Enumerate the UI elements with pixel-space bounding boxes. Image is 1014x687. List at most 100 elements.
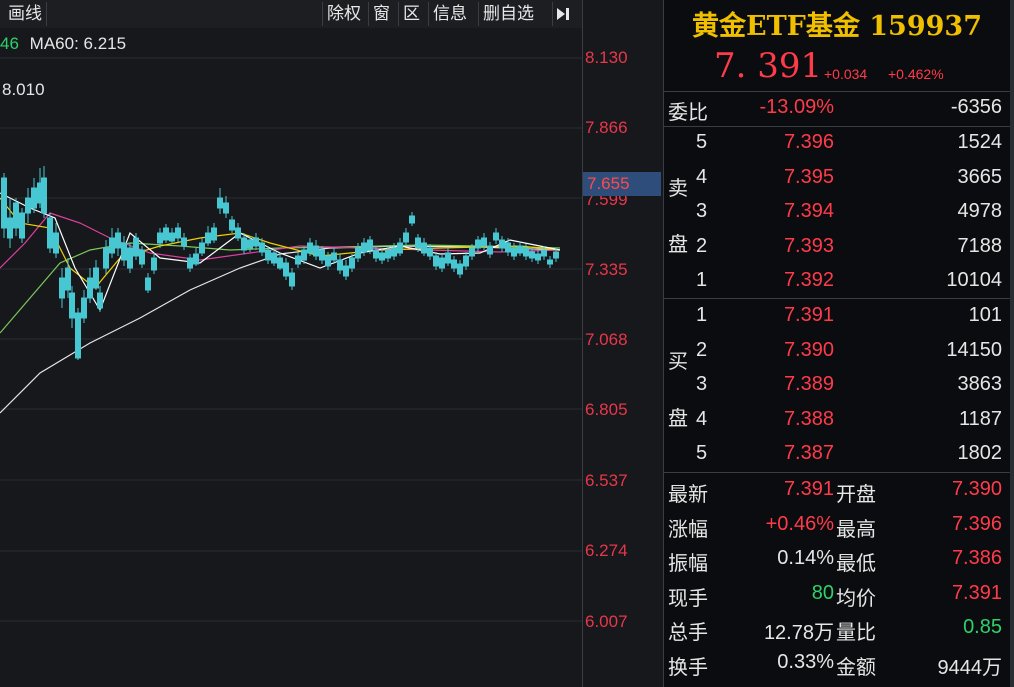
- stat-label: 金额: [836, 651, 876, 680]
- ask-volume: 7188: [958, 235, 1003, 258]
- candlestick: [290, 268, 295, 290]
- candlestick: [314, 240, 319, 260]
- stat-row: 涨幅+0.46%最高7.396: [664, 509, 1010, 543]
- ask-level: 2: [696, 235, 707, 258]
- ask-volume: 4978: [958, 200, 1003, 223]
- stat-value: 0.33%: [777, 651, 834, 674]
- candlestick: [218, 188, 223, 214]
- draw-line-button[interactable]: 画线: [4, 2, 47, 26]
- ask-row[interactable]: 27.3937188: [664, 231, 1010, 265]
- ask-row[interactable]: 57.3961524: [664, 127, 1010, 161]
- ex-rights-button[interactable]: 除权: [322, 2, 365, 26]
- candlestick: [230, 216, 235, 233]
- stat-label: 最低: [836, 547, 876, 576]
- stat-row: 换手0.33%金额9444万: [664, 647, 1010, 681]
- candlestick: [60, 268, 65, 308]
- collapse-right-icon[interactable]: [552, 2, 575, 26]
- ask-price: 7.395: [784, 166, 834, 189]
- bid-volume: 3863: [958, 373, 1003, 396]
- candlestick: [54, 223, 59, 258]
- range-button[interactable]: 区: [398, 2, 424, 26]
- bid-level: 4: [696, 408, 707, 431]
- bid-row[interactable]: 47.3881187: [664, 404, 1010, 438]
- ask-row[interactable]: 17.39210104: [664, 265, 1010, 299]
- commission-ratio: -13.09%: [760, 96, 835, 119]
- ask-price: 7.396: [784, 131, 834, 154]
- bid-price: 7.389: [784, 373, 834, 396]
- kline-chart-panel[interactable]: 画线 除权 窗 区 信息 删自选 46 MA60: 6.215 8.010 8.…: [0, 0, 663, 687]
- candlestick: [284, 258, 289, 280]
- candlestick: [458, 260, 463, 278]
- bid-price: 7.387: [784, 442, 834, 465]
- candlestick: [530, 248, 535, 262]
- bid-volume: 1187: [959, 408, 1002, 431]
- bid-row[interactable]: 17.391101: [664, 300, 1010, 334]
- ask-volume: 10104: [946, 269, 1002, 292]
- stat-value: +0.46%: [766, 513, 834, 536]
- price-change: +0.034: [824, 66, 867, 82]
- candlestick: [194, 248, 199, 266]
- candlestick: [212, 223, 217, 243]
- candlestick: [344, 260, 349, 280]
- candlestick: [76, 308, 81, 360]
- candlestick: [8, 198, 13, 248]
- candlestick: [278, 253, 283, 270]
- candlestick: [464, 252, 469, 270]
- remove-watchlist-button[interactable]: 删自选: [478, 2, 538, 26]
- stat-value: 0.85: [963, 616, 1002, 639]
- ask-level: 3: [696, 200, 707, 223]
- candlestick: [404, 228, 409, 246]
- candlestick: [422, 238, 427, 256]
- current-price-marker: 7.655: [583, 172, 661, 196]
- info-button[interactable]: 信息: [428, 2, 471, 26]
- candlestick: [338, 254, 343, 274]
- bid-level: 2: [696, 339, 707, 362]
- divider: [664, 298, 1010, 299]
- commission-row: 委比 -13.09% -6356: [664, 92, 1010, 126]
- candlestick: [362, 238, 367, 256]
- price-tick: 8.130: [585, 48, 628, 68]
- bid-row[interactable]: 2 7.390 14150: [664, 335, 1010, 369]
- candlestick: [110, 228, 115, 258]
- candlestick: [176, 223, 181, 242]
- stat-label: 量比: [836, 616, 876, 645]
- bid-row[interactable]: 37.3893863: [664, 369, 1010, 403]
- ask-volume: 3665: [958, 166, 1003, 189]
- stat-row: 现手80均价7.391: [664, 578, 1010, 612]
- bid-price: 7.390: [784, 339, 834, 362]
- candlestick: [66, 258, 71, 298]
- ask-level: 1: [696, 269, 707, 292]
- bid-volume: 14150: [946, 339, 1002, 362]
- candlestick: [70, 286, 75, 328]
- window-button[interactable]: 窗: [368, 2, 394, 26]
- price-tick: 7.068: [585, 330, 628, 350]
- divider: [664, 472, 1010, 473]
- candlestick: [548, 256, 553, 268]
- stat-value: 9444万: [938, 651, 1003, 680]
- bid-row[interactable]: 57.3871802: [664, 438, 1010, 472]
- stat-row: 振幅0.14%最低7.386: [664, 543, 1010, 577]
- ask-row[interactable]: 47.3953665: [664, 162, 1010, 196]
- security-title: 黄金ETF基金 159937: [664, 4, 1010, 43]
- candlestick: [94, 260, 99, 290]
- price-tick: 6.537: [585, 471, 628, 491]
- ask-row[interactable]: 3 7.394 4978: [664, 196, 1010, 230]
- stock-quote-window: 画线 除权 窗 区 信息 删自选 46 MA60: 6.215 8.010 8.…: [0, 0, 1014, 687]
- chart-toolbar: 画线 除权 窗 区 信息 删自选: [0, 0, 582, 28]
- price-gridlines: [0, 58, 582, 621]
- bid-volume: 101: [969, 304, 1002, 327]
- candlestick: [488, 242, 493, 258]
- stat-label: 振幅: [668, 547, 708, 576]
- candlestick: [200, 238, 205, 256]
- candlestick: [236, 223, 241, 241]
- ask-price: 7.394: [784, 200, 834, 223]
- quote-panel: 黄金ETF基金 159937 7. 391 +0.034 +0.462% 委比 …: [664, 0, 1010, 687]
- candlestick: [536, 250, 541, 264]
- stat-label: 均价: [836, 582, 876, 611]
- stat-label: 开盘: [836, 478, 876, 507]
- candlestick: [32, 178, 37, 213]
- bid-level: 1: [696, 304, 707, 327]
- candlestick: [146, 273, 151, 293]
- stat-value: 0.14%: [777, 547, 834, 570]
- candlestick: [206, 226, 211, 246]
